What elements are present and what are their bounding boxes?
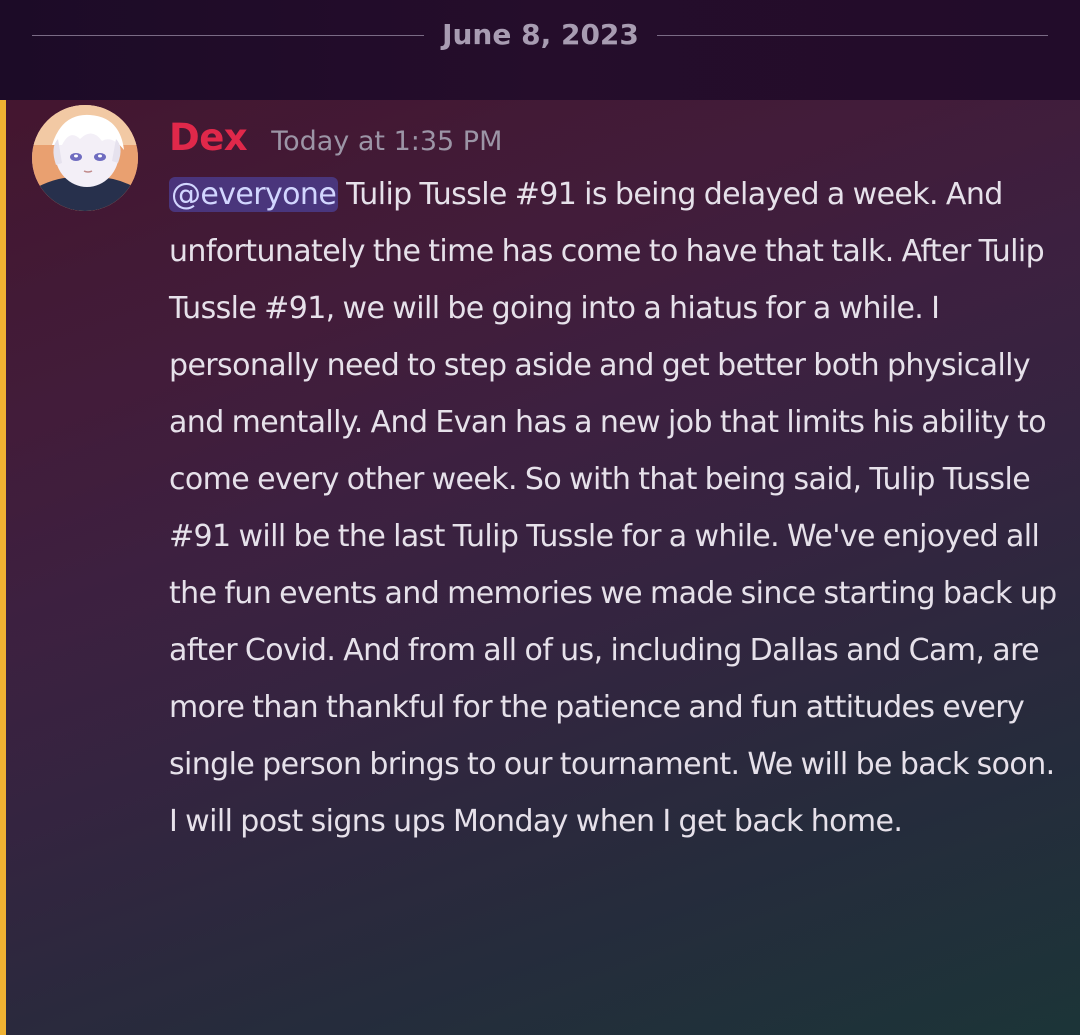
- divider-line-right: [657, 35, 1048, 36]
- message-content: @everyone Tulip Tussle #91 is being dela…: [169, 166, 1059, 850]
- avatar[interactable]: [32, 105, 138, 211]
- mention-highlight-bar: [0, 100, 6, 1035]
- divider-line-left: [32, 35, 424, 36]
- message-timestamp: Today at 1:35 PM: [271, 126, 503, 157]
- message-header: Dex Today at 1:35 PM: [169, 110, 502, 170]
- date-divider-label: June 8, 2023: [442, 18, 639, 51]
- author-name[interactable]: Dex: [169, 110, 248, 166]
- date-divider: June 8, 2023: [0, 0, 1080, 100]
- message-body: Tulip Tussle #91 is being delayed a week…: [169, 177, 1057, 839]
- message-item[interactable]: Dex Today at 1:35 PM @everyone Tulip Tus…: [0, 100, 1080, 1035]
- chat-view: June 8, 2023 Dex Today at 1:35 PM @every…: [0, 0, 1080, 1035]
- anime-character-avatar-icon: [32, 105, 138, 211]
- everyone-mention[interactable]: @everyone: [169, 177, 339, 212]
